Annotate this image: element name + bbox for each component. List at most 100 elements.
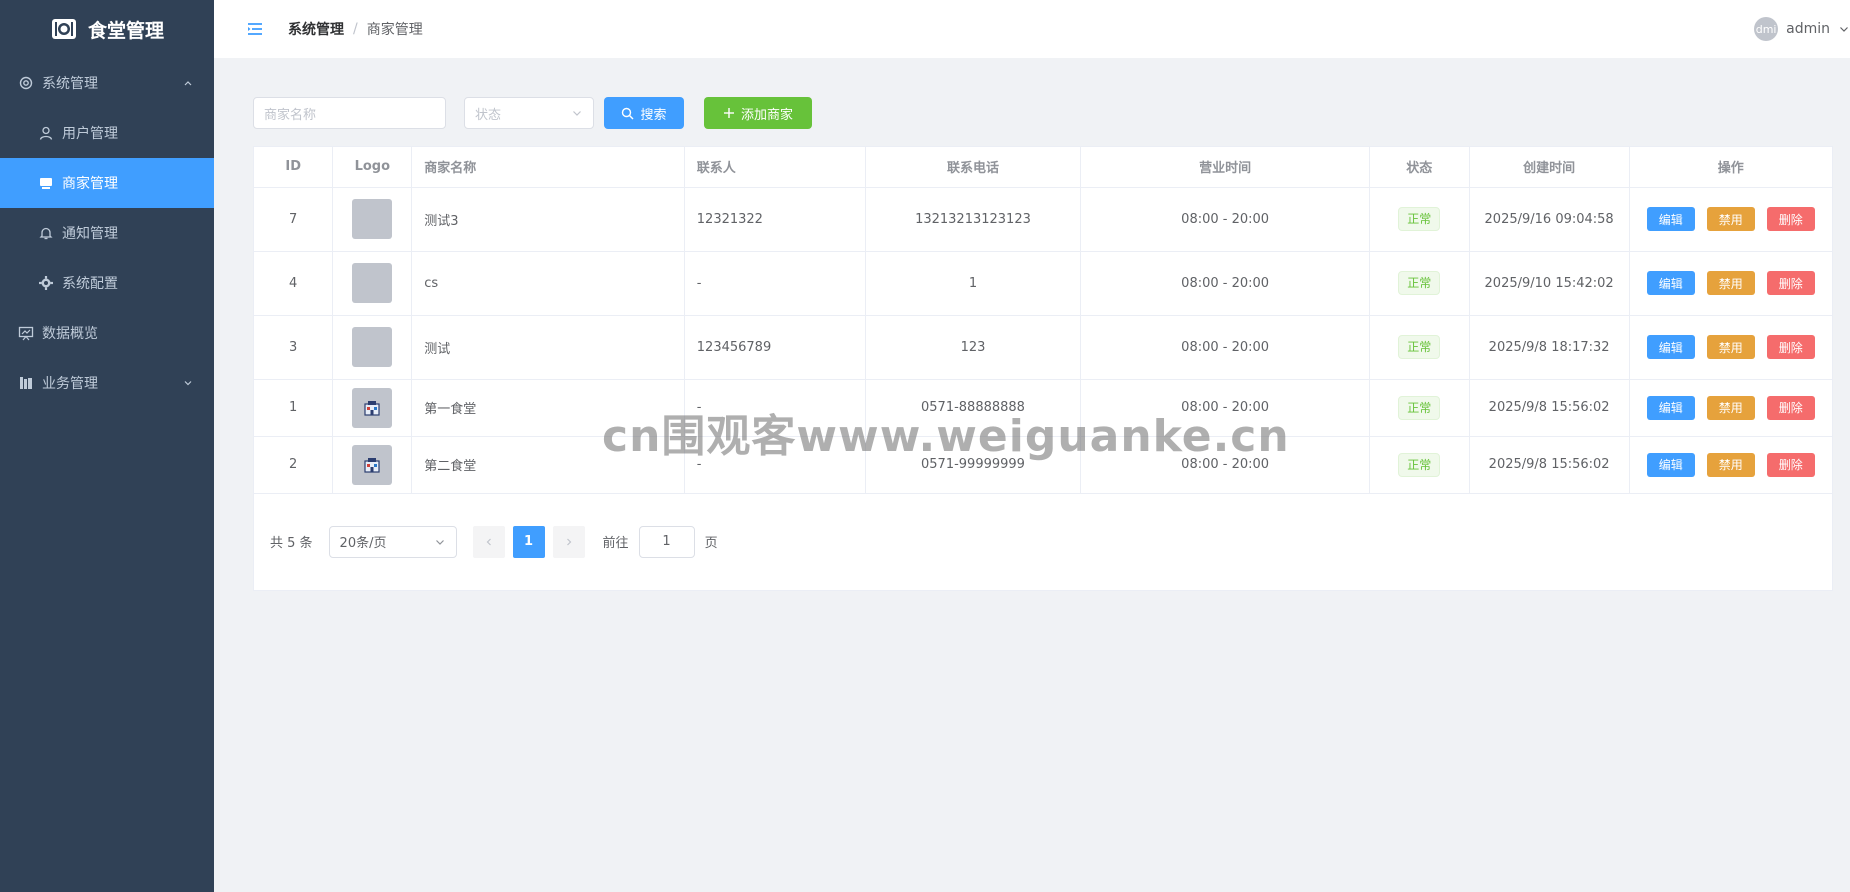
bell-icon (38, 225, 54, 241)
disable-button[interactable]: 禁用 (1706, 452, 1755, 477)
disable-button[interactable]: 禁用 (1706, 335, 1755, 359)
edit-button[interactable]: 编辑 (1646, 452, 1695, 477)
cell-contact: - (684, 436, 866, 494)
chevron-down-icon (571, 107, 583, 119)
breadcrumb-item-system[interactable]: 系统管理 (288, 19, 344, 39)
delete-button[interactable]: 删除 (1766, 335, 1815, 359)
page-number-current[interactable]: 1 (512, 525, 545, 558)
chevron-down-icon (434, 536, 446, 548)
edit-button[interactable]: 编辑 (1646, 271, 1695, 295)
next-page-button[interactable] (552, 525, 585, 558)
page-size-select[interactable]: 20条/页 (328, 525, 457, 558)
cell-name: cs (411, 251, 685, 316)
chevron-down-icon[interactable] (1838, 23, 1850, 35)
col-header-phone: 联系电话 (865, 147, 1082, 188)
sidebar-item-label: 数据概览 (42, 326, 98, 342)
sidebar-item-label: 系统管理 (42, 76, 98, 92)
cell-id: 2 (254, 436, 334, 494)
col-header-hours: 营业时间 (1080, 147, 1370, 188)
edit-button[interactable]: 编辑 (1646, 395, 1695, 420)
cell-logo (332, 187, 413, 252)
page-size-value: 20条/页 (339, 536, 387, 551)
breadcrumb-separator: / (353, 21, 358, 37)
table-row: 3 测试 123456789 123 08:00 - 20:00 正常 2025… (254, 315, 1832, 380)
sidebar-item-merchants[interactable]: 商家管理 (0, 158, 214, 208)
cell-actions: 编辑 禁用 删除 (1629, 379, 1832, 437)
top-header: 系统管理 / 商家管理 dmi admin (214, 0, 1850, 58)
cell-logo (332, 315, 413, 380)
edit-button[interactable]: 编辑 (1646, 207, 1695, 231)
status-badge: 正常 (1398, 271, 1441, 295)
merchant-name-placeholder: 商家名称 (264, 107, 317, 123)
col-header-logo: Logo (332, 147, 413, 188)
gear-icon (18, 75, 34, 91)
cell-id: 4 (254, 251, 334, 316)
breadcrumb: 系统管理 / 商家管理 (288, 19, 423, 39)
app-logo[interactable]: 食堂管理 (0, 0, 214, 58)
pagination: 共 5 条 20条/页 1 前往 1 页 (254, 494, 1832, 590)
cell-hours: 08:00 - 20:00 (1080, 379, 1370, 437)
table-row: 1 第一食堂 - 0571-88888888 08:00 - 20:00 正常 … (254, 379, 1832, 437)
user-menu[interactable]: dmi admin (1754, 0, 1850, 58)
cell-id: 1 (254, 379, 334, 437)
cell-phone: 1 (865, 251, 1082, 316)
cell-logo (332, 436, 413, 494)
cell-phone: 0571-99999999 (865, 436, 1082, 494)
col-header-created: 创建时间 (1469, 147, 1630, 188)
sidebar-item-users[interactable]: 用户管理 (0, 108, 214, 158)
sidebar-item-system[interactable]: 系统管理 (0, 58, 214, 108)
goto-page-input[interactable]: 1 (638, 525, 695, 558)
app-title: 食堂管理 (87, 19, 164, 42)
add-merchant-button[interactable]: 添加商家 (704, 97, 812, 129)
delete-button[interactable]: 删除 (1766, 271, 1815, 295)
cell-created: 2025/9/10 15:42:02 (1469, 251, 1630, 316)
delete-button[interactable]: 删除 (1766, 395, 1815, 420)
cell-status: 正常 (1369, 379, 1470, 437)
cell-id: 7 (254, 187, 334, 252)
cell-created: 2025/9/16 09:04:58 (1469, 187, 1630, 252)
logo-placeholder (352, 199, 393, 239)
cell-id: 3 (254, 315, 334, 380)
user-name[interactable]: admin (1786, 21, 1830, 37)
table-row: 2 第二食堂 - 0571-99999999 08:00 - 20:00 正常 … (254, 436, 1832, 494)
dining-icon (50, 15, 78, 43)
cell-actions: 编辑 禁用 删除 (1629, 436, 1832, 494)
sidebar-item-overview[interactable]: 数据概览 (0, 308, 214, 358)
prev-page-button[interactable] (472, 525, 505, 558)
edit-button[interactable]: 编辑 (1646, 335, 1695, 359)
cell-created: 2025/9/8 18:17:32 (1469, 315, 1630, 380)
delete-button[interactable]: 删除 (1766, 452, 1815, 477)
sidebar-item-label: 系统配置 (62, 276, 118, 292)
cell-created: 2025/9/8 15:56:02 (1469, 379, 1630, 437)
pagination-total: 共 5 条 (270, 536, 313, 551)
disable-button[interactable]: 禁用 (1706, 207, 1755, 231)
search-button[interactable]: 搜索 (604, 97, 684, 129)
table-row: 7 测试3 12321322 13213213123123 08:00 - 20… (254, 187, 1832, 252)
sidebar-item-business[interactable]: 业务管理 (0, 358, 214, 408)
sidebar: 食堂管理 系统管理 用户管理 商家管理 通知管理 系统配置 数据概览 业务管理 (0, 0, 214, 892)
cell-actions: 编辑 禁用 删除 (1629, 251, 1832, 316)
status-placeholder: 状态 (475, 107, 502, 123)
cell-phone: 0571-88888888 (865, 379, 1082, 437)
add-merchant-label: 添加商家 (740, 106, 793, 122)
merchant-name-input[interactable]: 商家名称 (253, 97, 446, 129)
status-badge: 正常 (1398, 207, 1441, 231)
sidebar-item-notifications[interactable]: 通知管理 (0, 208, 214, 258)
merchant-table-card: ID Logo 商家名称 联系人 联系电话 营业时间 状态 创建时间 操作 7 … (253, 146, 1833, 591)
chevron-up-icon (182, 77, 194, 89)
cell-contact: - (684, 251, 866, 316)
disable-button[interactable]: 禁用 (1706, 395, 1755, 420)
disable-button[interactable]: 禁用 (1706, 271, 1755, 295)
cell-contact: 12321322 (684, 187, 866, 252)
cell-name: 第一食堂 (411, 379, 685, 437)
cell-status: 正常 (1369, 187, 1470, 252)
user-icon (38, 125, 54, 141)
sidebar-item-label: 商家管理 (62, 176, 118, 192)
sidebar-item-config[interactable]: 系统配置 (0, 258, 214, 308)
menu-toggle-icon[interactable] (246, 20, 264, 38)
sidebar-item-label: 业务管理 (42, 376, 98, 392)
canteen-logo-icon (352, 444, 393, 485)
delete-button[interactable]: 删除 (1766, 207, 1815, 231)
avatar[interactable]: dmi (1754, 17, 1779, 41)
status-select[interactable]: 状态 (464, 97, 594, 129)
